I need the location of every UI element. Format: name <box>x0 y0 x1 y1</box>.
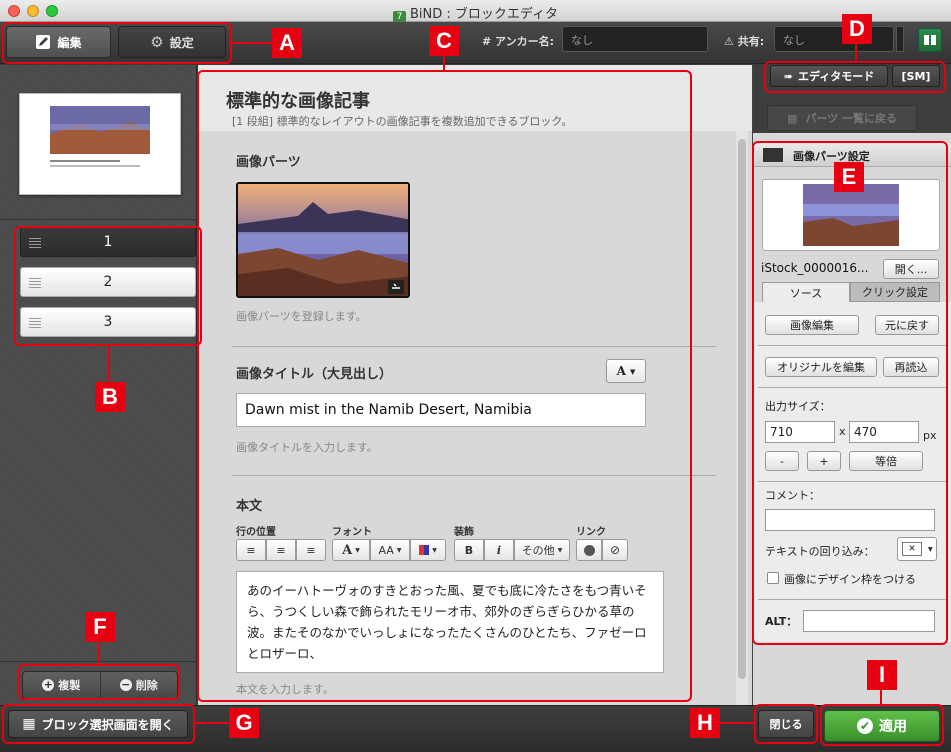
share-select-arrow-icon <box>896 26 904 52</box>
callout-line-b <box>108 346 110 382</box>
annotation-label-g: G <box>229 708 259 738</box>
block-preview-thumbnail <box>19 93 181 195</box>
annotation-label-i: I <box>867 660 897 690</box>
window-title: 7 BiND : ブロックエディタ <box>0 3 951 24</box>
annotation-label-h: H <box>690 708 720 738</box>
callout-line-i <box>880 690 882 704</box>
title-bar: 7 BiND : ブロックエディタ <box>0 0 951 24</box>
thumb-divider <box>0 219 197 220</box>
callout-line-h <box>720 722 754 724</box>
book-icon <box>924 35 936 45</box>
callout-frame-d <box>764 61 946 93</box>
callout-frame-a <box>2 22 232 64</box>
annotation-label-a: A <box>272 28 302 58</box>
annotation-label-f: F <box>85 612 115 642</box>
callout-line-a <box>232 42 272 44</box>
callout-frame-g <box>2 704 195 744</box>
share-icon: ⚠ <box>724 35 734 48</box>
anchor-name-input[interactable]: なし <box>562 26 708 52</box>
callout-line-d <box>855 44 857 61</box>
back-to-parts-list-button[interactable]: ▦ パーツ 一覧に戻る <box>767 105 917 131</box>
annotation-label-c: C <box>429 26 459 56</box>
scrollbar-thumb[interactable] <box>738 139 746 679</box>
share-select[interactable]: なし <box>774 26 894 52</box>
callout-frame-h <box>754 704 818 744</box>
anchor-label: # アンカー名: <box>482 35 555 48</box>
book-icon-button[interactable] <box>918 28 942 52</box>
annotation-label-e: E <box>834 162 864 192</box>
annotation-label-b: B <box>95 382 125 412</box>
scrollbar-track[interactable] <box>736 131 748 705</box>
callout-frame-e <box>752 141 948 645</box>
callout-line-g <box>195 722 229 724</box>
callout-frame-i <box>820 704 944 746</box>
grid-icon: ▦ <box>786 111 798 125</box>
callout-frame-f <box>18 664 180 700</box>
preview-image <box>50 106 150 167</box>
callout-line-f <box>98 642 100 664</box>
callout-line-c <box>443 56 445 70</box>
annotation-label-d: D <box>842 14 872 44</box>
callout-frame-c <box>197 70 692 702</box>
callout-frame-b <box>14 226 202 346</box>
share-label: ⚠ 共有: <box>724 35 765 48</box>
